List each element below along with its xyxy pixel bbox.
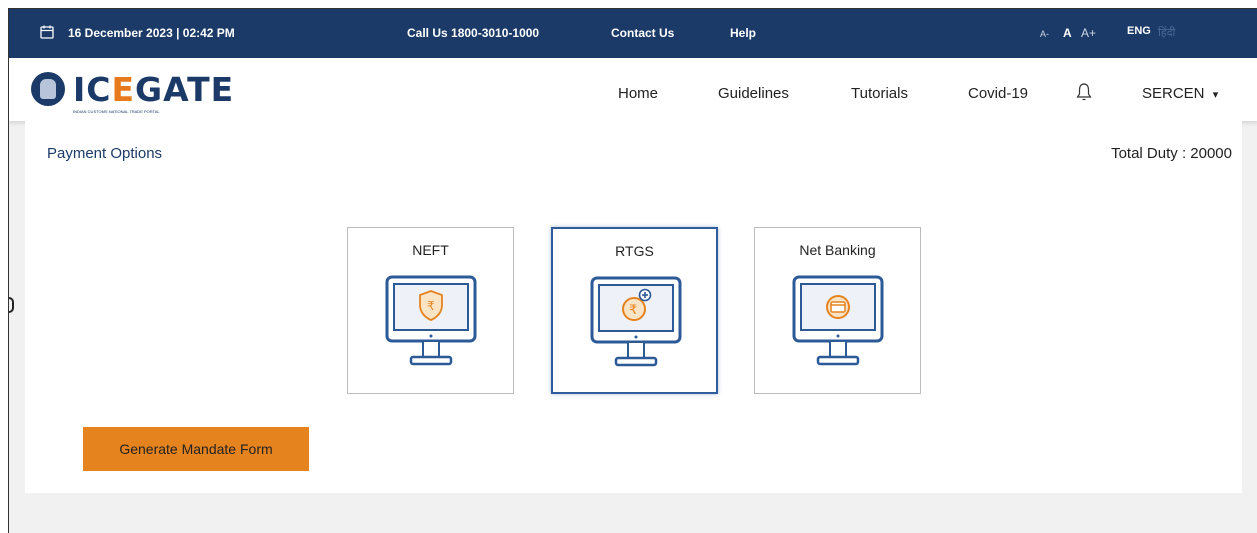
payment-option-net-banking[interactable]: Net Banking xyxy=(754,227,921,394)
nav-tutorials[interactable]: Tutorials xyxy=(851,85,908,102)
monitor-rupee-shield-icon: ₹ xyxy=(385,275,477,366)
font-size-increase[interactable]: A+ xyxy=(1081,26,1096,40)
font-size-normal[interactable]: A xyxy=(1063,26,1072,40)
page-frame: 16 December 2023 | 02:42 PM Call Us 1800… xyxy=(8,8,1257,533)
help-link[interactable]: Help xyxy=(730,26,756,40)
svg-text:₹: ₹ xyxy=(427,299,435,313)
user-menu[interactable]: SERCEN ▾ xyxy=(1142,85,1218,102)
language-english[interactable]: ENG xyxy=(1127,25,1151,37)
nav-covid-19[interactable]: Covid-19 xyxy=(968,85,1028,102)
total-duty-value: Total Duty : 20000 xyxy=(1111,145,1232,162)
emblem-icon xyxy=(31,72,65,106)
payment-panel: Payment Options Total Duty : 20000 NEFT … xyxy=(25,121,1242,493)
chevron-down-icon: ▾ xyxy=(1212,89,1219,101)
current-datetime: 16 December 2023 | 02:42 PM xyxy=(68,26,235,40)
notification-bell-icon[interactable] xyxy=(1076,82,1092,102)
nav-guidelines[interactable]: Guidelines xyxy=(718,85,789,102)
payment-options-heading: Payment Options xyxy=(47,145,163,162)
option-label: Net Banking xyxy=(799,242,876,258)
option-label: NEFT xyxy=(412,242,449,258)
svg-text:₹: ₹ xyxy=(629,303,637,318)
option-label: RTGS xyxy=(615,243,654,259)
logo-wordmark: ICEGATE xyxy=(73,70,235,109)
contact-us-link[interactable]: Contact Us xyxy=(611,26,674,40)
top-info-bar: 16 December 2023 | 02:42 PM Call Us 1800… xyxy=(9,9,1257,58)
language-hindi[interactable]: हिंदी xyxy=(1158,25,1175,40)
font-size-decrease[interactable]: A- xyxy=(1040,29,1049,39)
payment-option-neft[interactable]: NEFT ₹ xyxy=(347,227,514,394)
calendar-icon xyxy=(40,25,54,39)
call-us-number[interactable]: Call Us 1800-3010-1000 xyxy=(407,26,539,40)
monitor-rupee-coin-plus-icon: ₹ xyxy=(590,276,682,367)
logo-tagline: INDIAN CUSTOMS NATIONAL TRADE PORTAL xyxy=(73,109,160,114)
main-navbar: ICEGATE INDIAN CUSTOMS NATIONAL TRADE PO… xyxy=(9,58,1257,121)
generate-mandate-form-button[interactable]: Generate Mandate Form xyxy=(83,427,309,471)
payment-option-rtgs[interactable]: RTGS ₹ xyxy=(551,227,718,394)
nav-home[interactable]: Home xyxy=(618,85,658,102)
user-name: SERCEN xyxy=(1142,85,1205,102)
icegate-logo[interactable]: ICEGATE INDIAN CUSTOMS NATIONAL TRADE PO… xyxy=(27,66,233,114)
monitor-card-icon xyxy=(792,275,884,366)
collapse-handle[interactable] xyxy=(9,297,14,313)
